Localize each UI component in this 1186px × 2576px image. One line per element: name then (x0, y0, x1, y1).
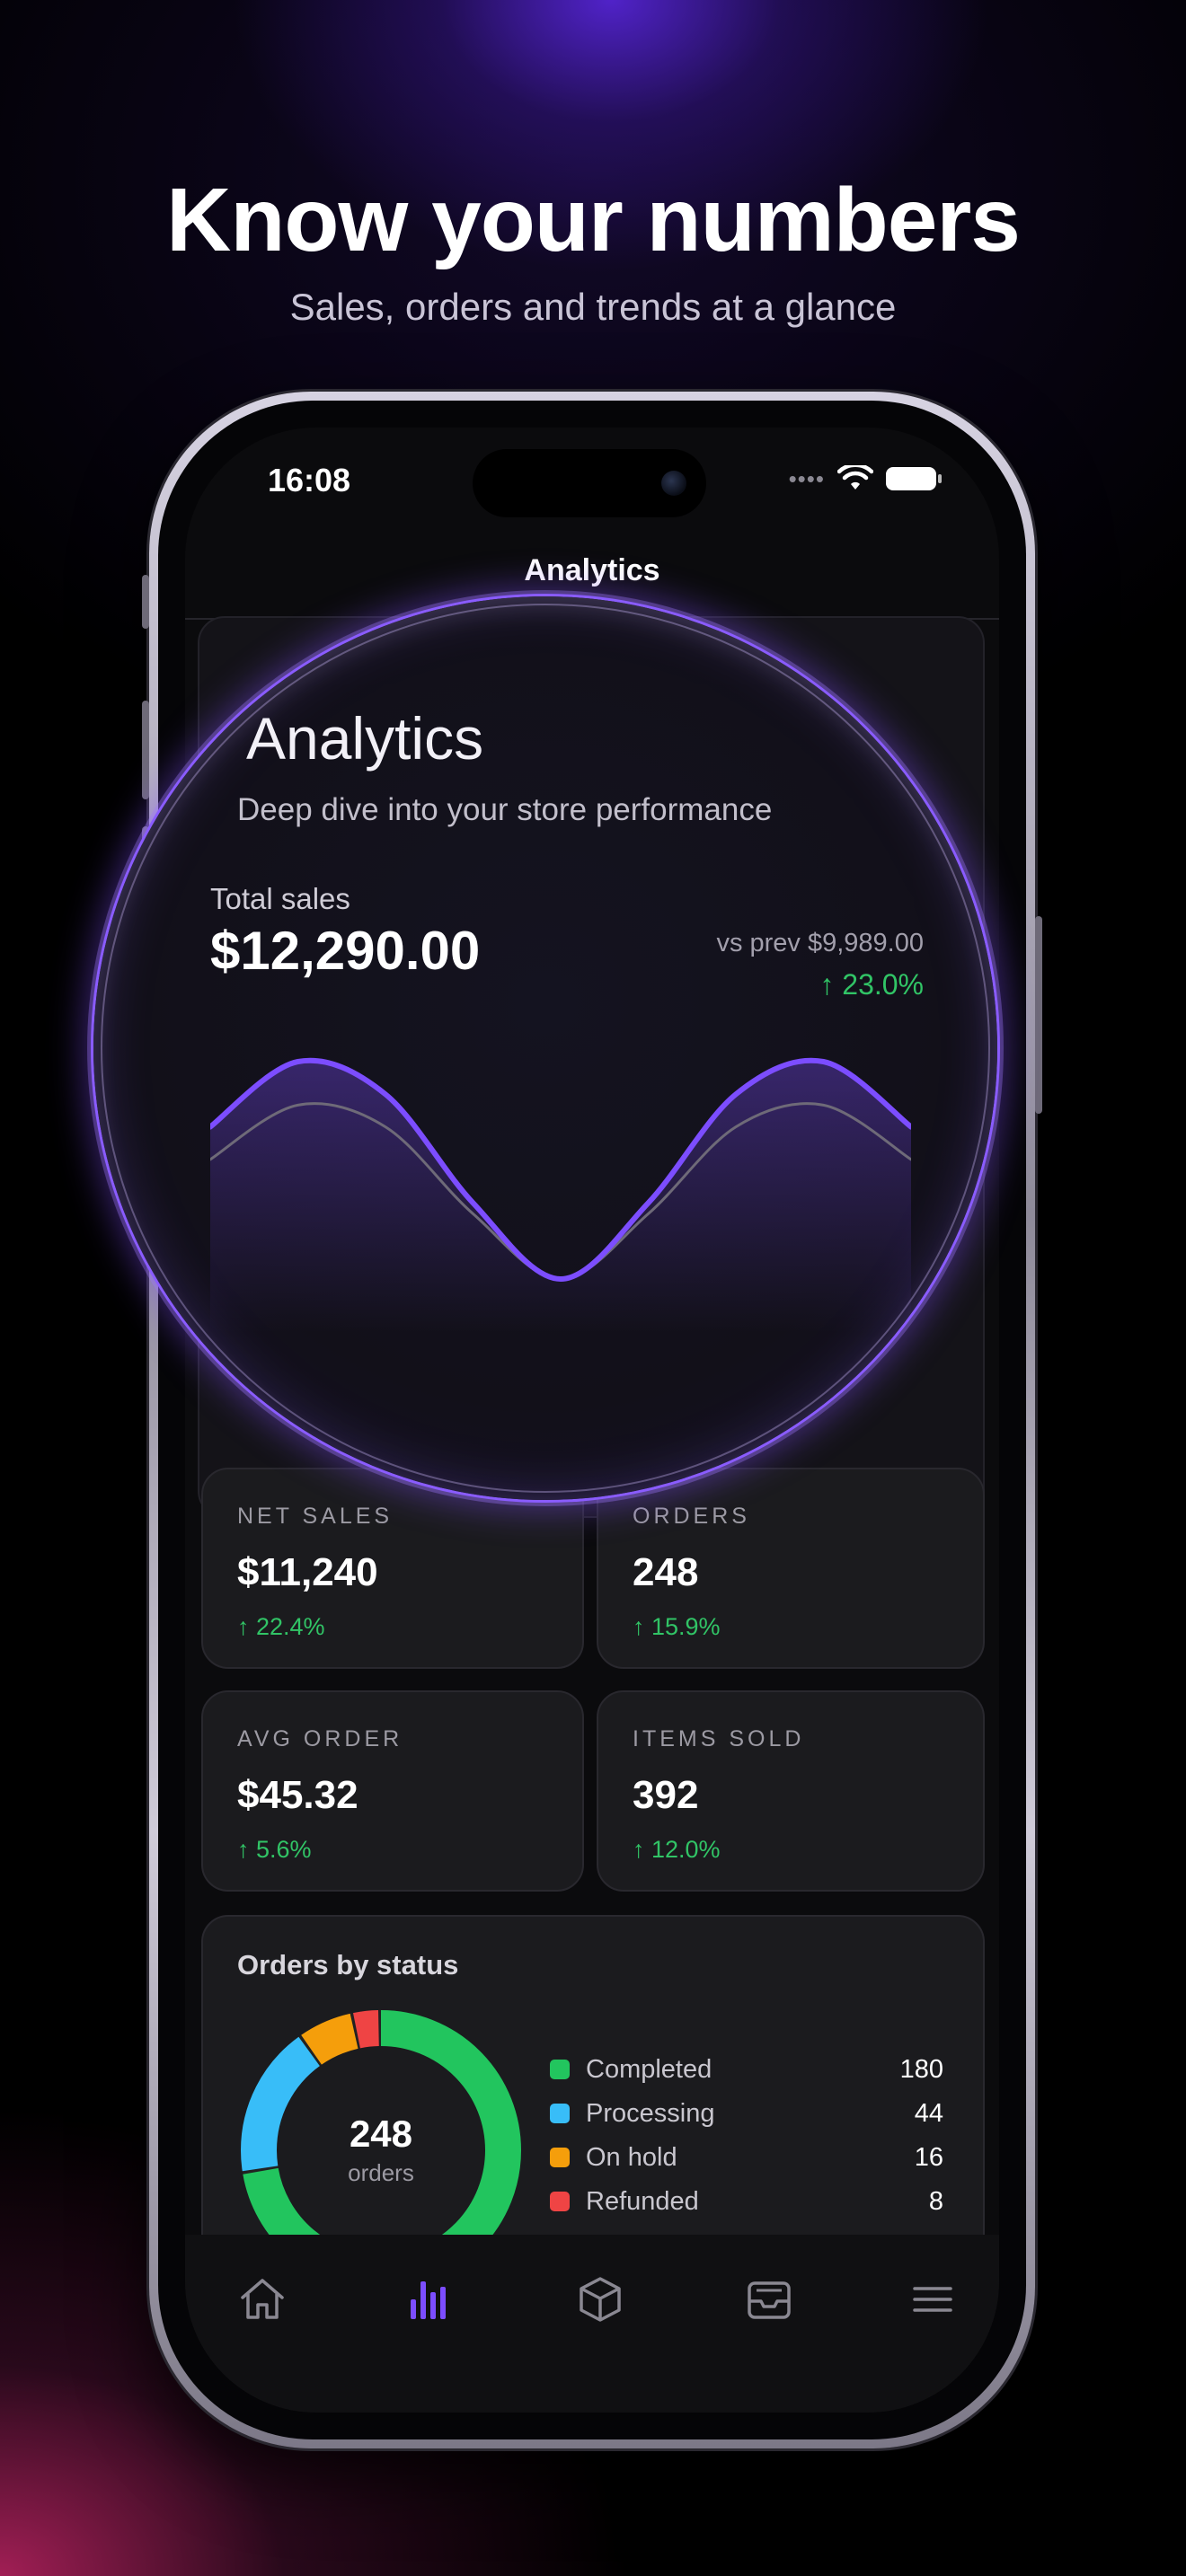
legend-value: 180 (899, 2054, 943, 2084)
nav-title: Analytics (524, 553, 660, 587)
total-sales-delta: ↑ 23.0% (819, 968, 924, 1001)
orders-by-status-title: Orders by status (237, 1949, 459, 1981)
total-sales-value: $12,290.00 (210, 921, 481, 981)
stat-value: $11,240 (237, 1550, 378, 1594)
stat-card-items-sold[interactable]: ITEMS SOLD 392 ↑ 12.0% (597, 1690, 985, 1892)
legend-value: 44 (914, 2098, 943, 2128)
previous-period-label: vs prev $9,989.00 (716, 929, 924, 957)
stat-label: NET SALES (237, 1504, 394, 1529)
sales-trend-chart (210, 1057, 911, 1333)
promo-subheadline: Sales, orders and trends at a glance (289, 286, 897, 328)
analytics-icon[interactable] (403, 2272, 456, 2326)
camera-icon (661, 471, 686, 496)
signal-dots-icon: •••• (788, 464, 825, 492)
box-icon[interactable] (573, 2272, 627, 2326)
donut-center-label: orders (348, 2159, 414, 2186)
stat-value: 248 (633, 1550, 699, 1594)
legend-label: On hold (586, 2142, 677, 2172)
power-button (1035, 916, 1042, 1114)
volume-up-button (142, 701, 149, 799)
action-button (142, 575, 149, 629)
stat-value: 392 (633, 1773, 699, 1817)
tab-bar (185, 2235, 999, 2413)
menu-icon[interactable] (906, 2272, 960, 2326)
legend-item-processing[interactable]: Processing 44 (550, 2095, 943, 2131)
legend-swatch (550, 2104, 570, 2123)
legend-label: Processing (586, 2098, 715, 2128)
legend-item-on-hold[interactable]: On hold 16 (550, 2139, 943, 2175)
stat-label: ORDERS (633, 1504, 750, 1529)
legend-item-completed[interactable]: Completed 180 (550, 2051, 943, 2087)
legend-swatch (550, 2060, 570, 2079)
home-icon[interactable] (235, 2272, 289, 2326)
inbox-icon[interactable] (742, 2272, 796, 2326)
dynamic-island (473, 449, 706, 517)
stat-label: AVG ORDER (237, 1726, 403, 1751)
stat-card-avg-order[interactable]: AVG ORDER $45.32 ↑ 5.6% (201, 1690, 584, 1892)
legend-value: 8 (928, 2186, 943, 2216)
battery-icon (886, 467, 942, 490)
analytics-subtitle: Deep dive into your store performance (237, 792, 773, 827)
legend-label: Completed (586, 2054, 712, 2084)
donut-center-value: 248 (349, 2113, 413, 2155)
stat-value: $45.32 (237, 1773, 358, 1817)
stat-card-orders[interactable]: ORDERS 248 ↑ 15.9% (597, 1468, 985, 1669)
stat-delta: ↑ 15.9% (633, 1613, 721, 1640)
stat-delta: ↑ 5.6% (237, 1836, 312, 1863)
stat-delta: ↑ 22.4% (237, 1613, 325, 1640)
stat-delta: ↑ 12.0% (633, 1836, 721, 1863)
legend-swatch (550, 2148, 570, 2167)
analytics-title: Analytics (246, 705, 484, 772)
stat-label: ITEMS SOLD (633, 1726, 805, 1751)
status-time: 16:08 (268, 462, 351, 498)
total-sales-label: Total sales (210, 882, 350, 915)
legend-label: Refunded (586, 2186, 699, 2216)
legend-item-refunded[interactable]: Refunded 8 (550, 2183, 943, 2219)
legend-value: 16 (914, 2142, 943, 2172)
wifi-icon (837, 465, 873, 490)
magnifier-lens: Analytics Deep dive into your store perf… (93, 596, 997, 1500)
legend-swatch (550, 2192, 570, 2211)
series-area-current (210, 1060, 911, 1333)
status-icons: •••• (788, 463, 942, 494)
promo-headline: Know your numbers (166, 170, 1021, 270)
